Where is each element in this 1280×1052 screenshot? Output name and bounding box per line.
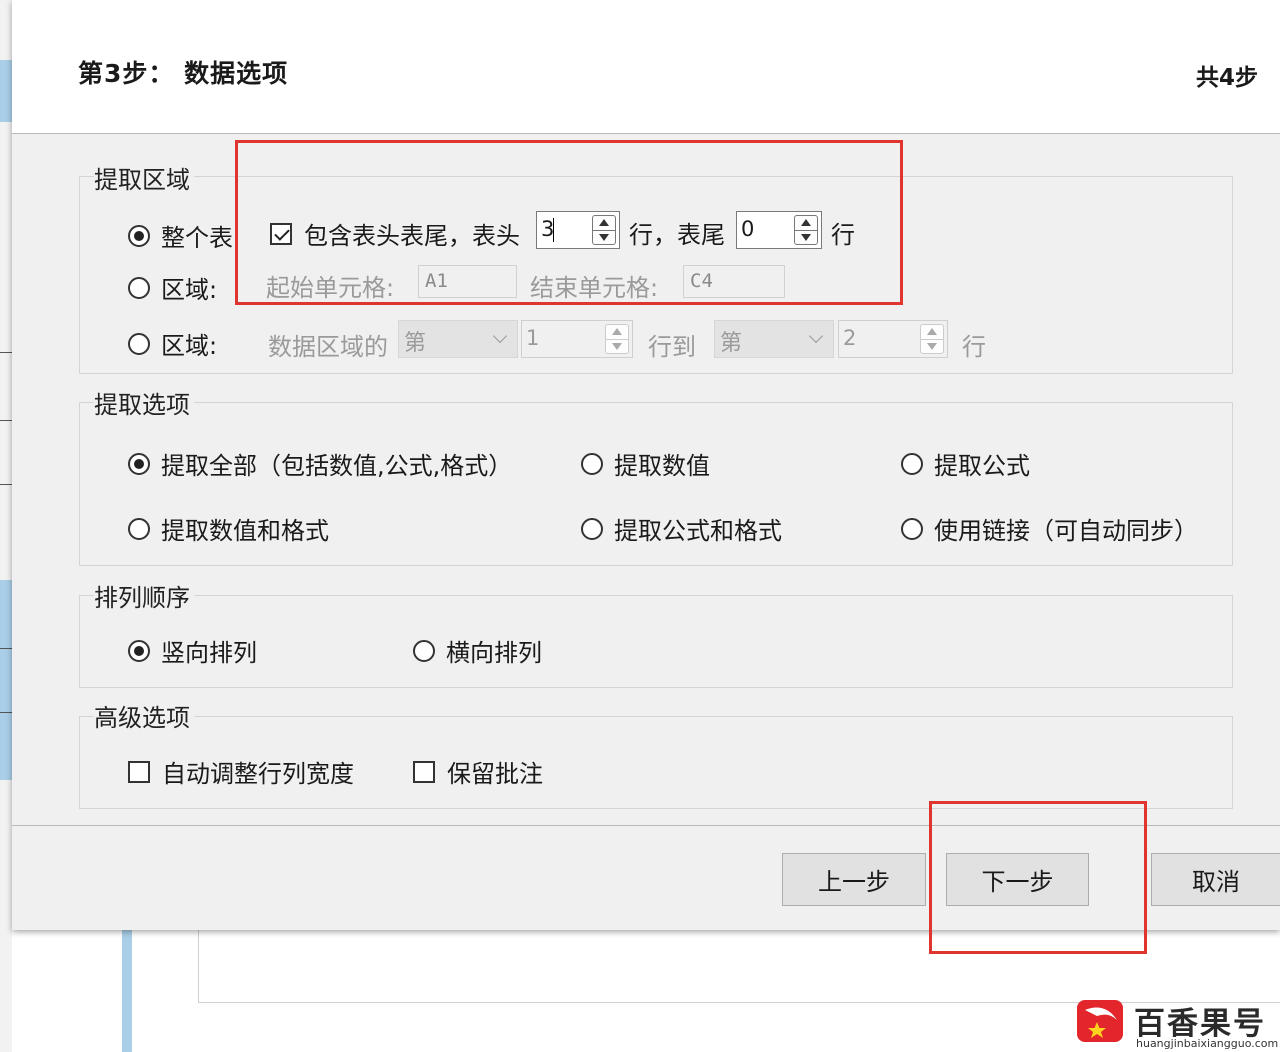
background-divider <box>0 712 12 713</box>
extract-formulas-label: 提取公式 <box>934 452 1030 480</box>
extract-values-label: 提取数值 <box>614 452 710 480</box>
auto-adjust-checkbox[interactable]: 自动调整行列宽度 <box>128 754 354 789</box>
dialog-header: 第3步： 数据选项 共4步 <box>12 0 1280 134</box>
to-row-select[interactable]: 第 <box>714 320 834 358</box>
horizontal-order-radio[interactable]: 横向排列 <box>413 633 542 668</box>
radio-empty-icon <box>901 517 923 540</box>
range2-radio[interactable]: 区域: <box>128 326 217 361</box>
whole-table-label: 整个表 <box>161 224 233 252</box>
checkbox-empty-icon <box>128 760 150 783</box>
radio-selected-icon <box>128 224 150 247</box>
extract-all-radio[interactable]: 提取全部（包括数值,公式,格式） <box>128 446 512 481</box>
cancel-button[interactable]: 取消 <box>1151 853 1280 906</box>
extract-formulas-radio[interactable]: 提取公式 <box>901 446 1030 481</box>
background-strip <box>0 60 12 122</box>
from-row-select[interactable]: 第 <box>398 320 518 358</box>
auto-adjust-label: 自动调整行列宽度 <box>162 760 354 788</box>
extract-values-formats-radio[interactable]: 提取数值和格式 <box>128 511 329 546</box>
extract-values-radio[interactable]: 提取数值 <box>581 446 710 481</box>
radio-empty-icon <box>128 332 150 355</box>
to-row-stepper[interactable]: 2 <box>838 320 948 358</box>
background-scrollbar <box>122 930 132 1052</box>
keep-comments-label: 保留批注 <box>447 760 543 788</box>
whole-table-radio[interactable]: 整个表 <box>128 218 233 253</box>
range-label: 区域: <box>161 276 218 304</box>
extract-formulas-formats-radio[interactable]: 提取公式和格式 <box>581 511 782 546</box>
prev-step-button[interactable]: 上一步 <box>782 853 926 906</box>
annotation-highlight-header-footer <box>235 140 903 305</box>
range2-label: 区域: <box>161 332 218 360</box>
radio-selected-icon <box>128 639 150 662</box>
background-divider <box>0 352 12 353</box>
use-links-label: 使用链接（可自动同步） <box>934 517 1198 545</box>
radio-empty-icon <box>581 517 603 540</box>
watermark-url: huangjinbaixiangguo.com <box>1136 1037 1279 1050</box>
radio-empty-icon <box>901 452 923 475</box>
data-area-label: 数据区域的 <box>268 333 388 361</box>
range-radio[interactable]: 区域: <box>128 270 217 305</box>
checkbox-empty-icon <box>413 760 435 783</box>
from-row-value: 1 <box>526 326 540 350</box>
radio-selected-icon <box>128 452 150 475</box>
advanced-options-label: 高级选项 <box>94 698 194 733</box>
vertical-order-radio[interactable]: 竖向排列 <box>128 633 257 668</box>
extract-all-label: 提取全部（包括数值,公式,格式） <box>161 452 513 480</box>
to-select-value: 第 <box>720 331 743 356</box>
to-row-value: 2 <box>843 326 857 350</box>
radio-empty-icon <box>413 639 435 662</box>
background-divider <box>0 420 12 421</box>
watermark-logo <box>1077 1000 1123 1042</box>
radio-empty-icon <box>581 452 603 475</box>
from-row-stepper[interactable]: 1 <box>521 320 633 358</box>
keep-comments-checkbox[interactable]: 保留批注 <box>413 754 543 789</box>
extract-formulas-formats-label: 提取公式和格式 <box>614 517 782 545</box>
extract-area-label: 提取区域 <box>94 160 194 195</box>
step-count: 共4步 <box>1195 65 1258 91</box>
spin-arrows-icon[interactable] <box>920 324 944 354</box>
step-title: 第3步： 数据选项 <box>78 59 289 88</box>
row-label: 行 <box>962 333 986 361</box>
chevron-down-icon <box>808 328 824 344</box>
background-window <box>0 0 12 1052</box>
background-divider <box>0 484 12 485</box>
background-strip <box>0 580 12 780</box>
chevron-down-icon <box>492 328 508 344</box>
radio-empty-icon <box>128 517 150 540</box>
background-divider <box>0 648 12 649</box>
extract-options-label: 提取选项 <box>94 385 194 420</box>
from-select-value: 第 <box>404 331 427 356</box>
vertical-order-label: 竖向排列 <box>161 639 257 667</box>
use-links-radio[interactable]: 使用链接（可自动同步） <box>901 511 1198 546</box>
extract-values-formats-label: 提取数值和格式 <box>161 517 329 545</box>
sort-order-label: 排列顺序 <box>94 578 194 613</box>
to-label: 行到 <box>648 333 696 361</box>
horizontal-order-label: 横向排列 <box>446 639 542 667</box>
radio-empty-icon <box>128 276 150 299</box>
annotation-highlight-next <box>929 801 1147 954</box>
spin-arrows-icon[interactable] <box>605 324 629 354</box>
